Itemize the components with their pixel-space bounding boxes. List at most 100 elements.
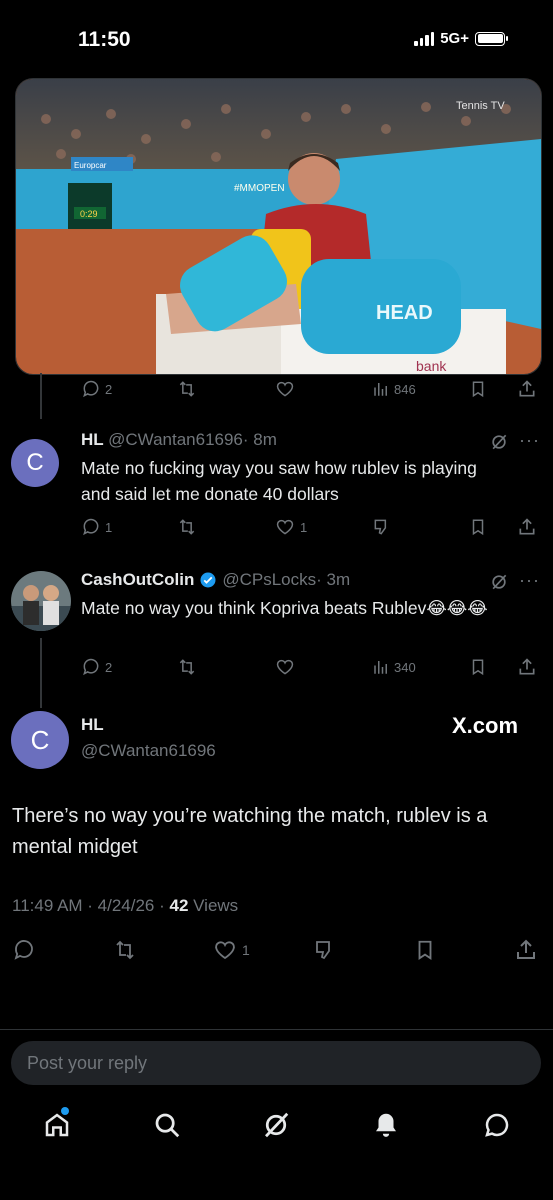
nav-home[interactable] [42, 1107, 72, 1145]
more-icon: ··· [519, 430, 540, 450]
reply2-grok-button[interactable] [489, 572, 509, 597]
verified-badge-icon [200, 572, 216, 588]
signal-icon [414, 31, 435, 46]
like-button[interactable]: 1 [212, 938, 250, 962]
search-icon [155, 1113, 180, 1138]
reply-button[interactable]: 2 [81, 379, 112, 399]
divider [0, 1029, 553, 1030]
tweet-above-actions: 2 846 [0, 378, 553, 400]
reply-button[interactable]: 1 [81, 517, 112, 537]
share-icon [517, 939, 535, 959]
reply1-handle[interactable]: @CWantan61696 [108, 430, 243, 449]
reply2-actions: 2 340 [0, 656, 553, 678]
status-indicators: 5G+ [414, 30, 508, 47]
repost-button[interactable] [112, 938, 138, 962]
share-icon [519, 380, 535, 397]
reply-count: 1 [105, 519, 113, 535]
like-icon [276, 659, 294, 675]
like-count: 1 [300, 519, 308, 535]
repost-icon [179, 381, 195, 397]
reply-button[interactable] [12, 938, 36, 962]
like-button[interactable] [274, 657, 296, 677]
main-timestamp: 11:49 AM · 4/24/26 · [12, 896, 170, 915]
share-button[interactable] [517, 379, 537, 399]
svg-text:HEAD: HEAD [376, 302, 433, 324]
views-button[interactable]: 340 [372, 658, 416, 676]
reply2-avatar[interactable] [11, 571, 71, 631]
main-text: There’s no way you’re watching the match… [12, 805, 488, 858]
bookmark-button[interactable] [469, 379, 487, 399]
downvote-button[interactable] [372, 517, 392, 537]
reply-icon [83, 518, 99, 536]
bookmark-icon [418, 940, 432, 960]
views-icon [374, 383, 387, 396]
svg-text:bank: bank [416, 358, 447, 374]
share-button[interactable] [517, 517, 537, 537]
reply1-time: · 8m [242, 430, 277, 449]
reply-input[interactable]: Post your reply [11, 1041, 541, 1085]
notifications-icon [376, 1113, 396, 1137]
reply2-header: CashOutColin @CPsLocks· 3m [81, 570, 350, 590]
main-handle[interactable]: @CWantan61696 [81, 741, 216, 761]
media-clock: 0:29 [80, 209, 98, 219]
share-button[interactable] [514, 938, 538, 962]
media-watermark: Tennis TV [456, 100, 505, 112]
messages-icon [485, 1113, 509, 1137]
media-banner: #MMOPEN [234, 183, 285, 194]
main-meta: 11:49 AM · 4/24/26 · 42 Views [12, 896, 238, 916]
reply-icon [83, 380, 99, 398]
reply2-more-button[interactable]: ··· [519, 570, 540, 591]
reply2-time: · 3m [316, 570, 351, 589]
bookmark-button[interactable] [414, 938, 436, 962]
repost-button[interactable] [176, 657, 198, 677]
reply1-text: Mate no fucking way you saw how rublev i… [81, 458, 477, 504]
bookmark-icon [472, 659, 484, 676]
reply2-handle[interactable]: @CPsLocks [222, 570, 316, 589]
like-button[interactable]: 1 [274, 517, 307, 537]
views-count: 846 [394, 381, 416, 397]
nav-grok[interactable] [261, 1110, 291, 1145]
reply1-avatar[interactable]: C [11, 439, 59, 487]
repost-button[interactable] [176, 517, 198, 537]
grok-nav-icon [265, 1112, 289, 1138]
notification-dot [61, 1107, 69, 1115]
repost-button[interactable] [176, 379, 198, 399]
nav-messages[interactable] [482, 1110, 512, 1145]
views-button[interactable]: 846 [372, 380, 416, 398]
repost-icon [179, 659, 195, 675]
nav-notifications[interactable] [371, 1110, 401, 1145]
reply1-more-button[interactable]: ··· [519, 430, 540, 451]
reply-icon [83, 658, 99, 676]
downvote-icon [374, 519, 387, 535]
downvote-button[interactable] [313, 938, 337, 962]
tweet-media-image[interactable]: 0:29 Europcar #MMOPEN Tennis TV HEAD ban… [15, 78, 542, 375]
reply-count: 2 [105, 381, 113, 397]
views-icon [374, 661, 387, 674]
status-time: 11:50 [78, 28, 131, 51]
main-avatar[interactable]: C [11, 711, 69, 769]
main-name[interactable]: HL [81, 715, 104, 735]
main-views-count: 42 [169, 896, 189, 915]
reply1-name[interactable]: HL [81, 430, 104, 449]
main-actions: 1 [0, 937, 553, 963]
main-views-label: Views [188, 896, 239, 915]
share-button[interactable] [517, 657, 537, 677]
reply-count: 2 [105, 659, 113, 675]
network-label: 5G+ [440, 30, 469, 47]
xcom-watermark: X.com [452, 713, 519, 738]
reply2-text: Mate no way you think Kopriva beats Rubl… [81, 598, 488, 618]
repost-icon [179, 519, 195, 535]
nav-search[interactable] [152, 1110, 182, 1145]
bookmark-button[interactable] [469, 517, 487, 537]
bookmark-button[interactable] [469, 657, 487, 677]
downvote-icon [316, 941, 330, 960]
reply1-grok-button[interactable] [489, 432, 509, 457]
like-icon [276, 381, 294, 397]
grok-icon [492, 574, 507, 590]
home-icon [45, 1113, 69, 1137]
reply-button[interactable]: 2 [81, 657, 112, 677]
grok-icon [492, 434, 507, 450]
like-button[interactable] [274, 379, 296, 399]
share-icon [519, 518, 535, 535]
reply2-name[interactable]: CashOutColin [81, 570, 194, 590]
